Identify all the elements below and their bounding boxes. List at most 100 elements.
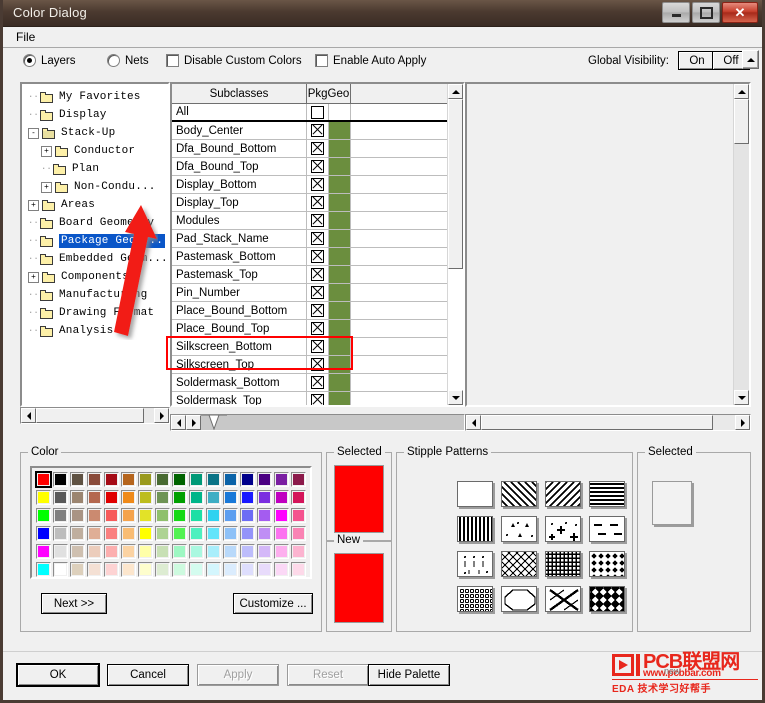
tree-item-board-geometry[interactable]: ··· Board Geometry — [28, 214, 168, 232]
subclass-color-swatch[interactable] — [329, 248, 351, 265]
subclass-visibility-checkbox[interactable] — [307, 338, 329, 355]
color-swatch[interactable] — [172, 526, 187, 541]
color-swatch[interactable] — [121, 472, 136, 487]
color-swatch[interactable] — [291, 544, 306, 559]
color-swatch[interactable] — [223, 526, 238, 541]
subclass-color-swatch[interactable] — [329, 194, 351, 211]
color-swatch[interactable] — [257, 508, 272, 523]
tree-item-conductor[interactable]: + Conductor — [28, 142, 168, 160]
stipple-vertical-lines-icon[interactable] — [457, 516, 493, 542]
subclass-visibility-checkbox[interactable] — [307, 104, 329, 120]
color-swatch[interactable] — [172, 490, 187, 505]
color-swatch[interactable] — [274, 526, 289, 541]
subclass-row[interactable]: Place_Bound_Bottom — [172, 302, 448, 320]
subclass-visibility-checkbox[interactable] — [307, 392, 329, 405]
color-swatch[interactable] — [189, 472, 204, 487]
subclass-color-swatch[interactable] — [329, 302, 351, 319]
color-swatch-grid[interactable] — [35, 471, 307, 579]
stipple-octagon-outline-icon[interactable] — [501, 586, 537, 612]
color-swatch[interactable] — [240, 526, 255, 541]
next-button[interactable]: Next >> — [41, 593, 107, 614]
color-swatch[interactable] — [274, 508, 289, 523]
stipple-small-circles-icon[interactable] — [457, 586, 493, 612]
color-swatch[interactable] — [121, 526, 136, 541]
color-swatch[interactable] — [121, 490, 136, 505]
color-swatch[interactable] — [70, 526, 85, 541]
detail-hscroll-track[interactable] — [481, 415, 735, 430]
subclass-visibility-checkbox[interactable] — [307, 158, 329, 175]
stipple-ticks-dots-icon[interactable] — [457, 551, 493, 577]
stipple-solid-blank-icon[interactable] — [457, 481, 493, 507]
subclass-color-swatch[interactable] — [329, 122, 351, 139]
color-swatch[interactable] — [189, 508, 204, 523]
color-swatch[interactable] — [291, 490, 306, 505]
subclass-visibility-checkbox[interactable] — [307, 230, 329, 247]
color-swatch[interactable] — [36, 508, 51, 523]
color-swatch[interactable] — [172, 562, 187, 577]
subclass-visibility-checkbox[interactable] — [307, 284, 329, 301]
color-swatch[interactable] — [87, 472, 102, 487]
color-swatch[interactable] — [53, 562, 68, 577]
subclass-row[interactable]: Modules — [172, 212, 448, 230]
color-swatch[interactable] — [70, 508, 85, 523]
color-swatch[interactable] — [121, 562, 136, 577]
color-swatch[interactable] — [104, 562, 119, 577]
subclasses-vscroll-up[interactable] — [448, 84, 463, 99]
color-swatch[interactable] — [257, 544, 272, 559]
detail-vscroll-down[interactable] — [734, 390, 749, 405]
color-swatch[interactable] — [240, 544, 255, 559]
color-swatch[interactable] — [104, 526, 119, 541]
color-swatch[interactable] — [155, 490, 170, 505]
color-swatch[interactable] — [104, 490, 119, 505]
color-swatch[interactable] — [291, 562, 306, 577]
menu-item-file[interactable]: File — [11, 29, 40, 45]
color-swatch[interactable] — [206, 526, 221, 541]
color-swatch[interactable] — [257, 472, 272, 487]
subclass-color-swatch[interactable] — [329, 338, 351, 355]
color-swatch[interactable] — [240, 508, 255, 523]
tree-item-drawing-format[interactable]: ··· Drawing Format — [28, 304, 168, 322]
subclass-visibility-checkbox[interactable] — [307, 248, 329, 265]
hide-palette-button[interactable]: Hide Palette — [368, 664, 450, 686]
color-swatch[interactable] — [189, 562, 204, 577]
color-swatch[interactable] — [53, 490, 68, 505]
color-swatch[interactable] — [138, 490, 153, 505]
ok-button[interactable]: OK — [17, 664, 99, 686]
expand-icon[interactable]: + — [28, 271, 39, 283]
color-swatch[interactable] — [291, 472, 306, 487]
tree-item-my-favorites[interactable]: ··· My Favorites — [28, 88, 168, 106]
subclass-visibility-checkbox[interactable] — [307, 266, 329, 283]
tree-item-areas[interactable]: + Areas — [28, 196, 168, 214]
subclasses-vscroll-thumb[interactable] — [448, 99, 463, 269]
subclass-visibility-checkbox[interactable] — [307, 212, 329, 229]
subclass-row[interactable]: Pastemask_Bottom — [172, 248, 448, 266]
color-swatch[interactable] — [53, 526, 68, 541]
collapse-icon[interactable]: - — [28, 127, 39, 139]
tree-item-components[interactable]: + Components — [28, 268, 168, 286]
color-swatch[interactable] — [87, 490, 102, 505]
color-swatch[interactable] — [172, 472, 187, 487]
top-scroll-up-button[interactable] — [742, 50, 759, 69]
subclass-visibility-checkbox[interactable] — [307, 140, 329, 157]
subclasses-hscrollbar[interactable] — [170, 414, 465, 431]
color-swatch[interactable] — [189, 544, 204, 559]
color-swatch[interactable] — [172, 544, 187, 559]
color-swatch[interactable] — [155, 544, 170, 559]
subclass-row[interactable]: Silkscreen_Top — [172, 356, 448, 374]
color-swatch[interactable] — [189, 490, 204, 505]
detail-hscrollbar[interactable] — [465, 414, 751, 431]
color-swatch[interactable] — [223, 472, 238, 487]
subclass-visibility-checkbox[interactable] — [307, 320, 329, 337]
color-swatch[interactable] — [87, 562, 102, 577]
subclass-row[interactable]: All — [172, 104, 448, 122]
tree-item-non-condu[interactable]: + Non-Condu... — [28, 178, 168, 196]
stipple-bold-diamonds-icon[interactable] — [589, 586, 625, 612]
subclass-row[interactable]: Dfa_Bound_Top — [172, 158, 448, 176]
expand-icon[interactable]: + — [41, 181, 52, 193]
checkbox-disable-custom-colors[interactable]: Disable Custom Colors — [166, 54, 302, 67]
color-swatch[interactable] — [223, 544, 238, 559]
color-swatch[interactable] — [155, 526, 170, 541]
color-swatch[interactable] — [70, 472, 85, 487]
tree-item-display[interactable]: ··· Display — [28, 106, 168, 124]
color-swatch[interactable] — [87, 544, 102, 559]
